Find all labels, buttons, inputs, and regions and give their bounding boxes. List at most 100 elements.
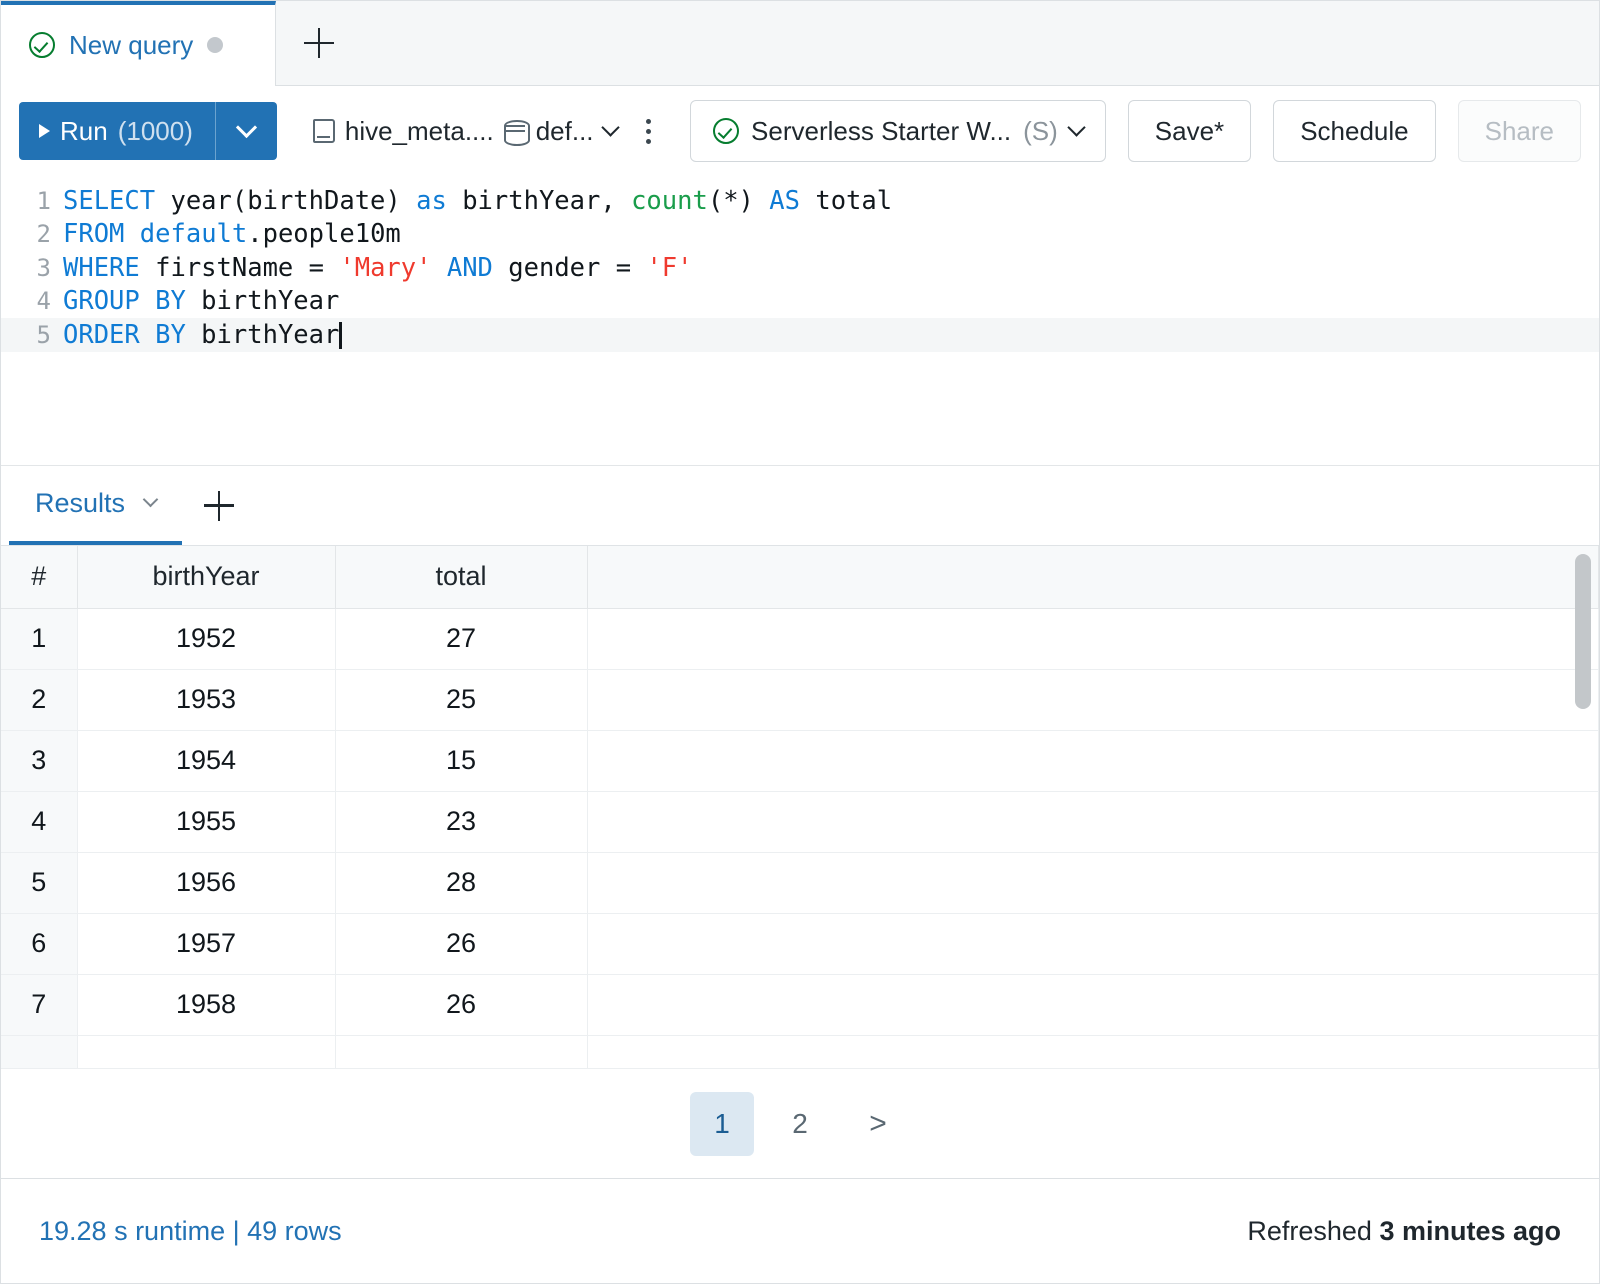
check-circle-icon [713,118,739,144]
table-cell[interactable] [587,1035,1599,1068]
column-header[interactable]: birthYear [77,546,335,608]
row-index[interactable]: 1 [1,608,77,669]
table-cell[interactable]: 26 [335,913,587,974]
results-table-container: #birthYeartotal 119522721953253195415419… [1,546,1599,1068]
table-cell[interactable]: 1957 [77,913,335,974]
table-cell[interactable] [587,913,1599,974]
run-button[interactable]: Run (1000) [19,102,215,160]
pagination: 12> [1,1068,1599,1178]
table-row[interactable]: 3195415 [1,730,1599,791]
table-cell[interactable]: 28 [335,1035,587,1068]
column-header[interactable] [587,546,1599,608]
table-row[interactable]: 7195826 [1,974,1599,1035]
row-index[interactable]: 3 [1,730,77,791]
line-number: 1 [1,187,63,215]
line-number: 2 [1,220,63,248]
table-cell[interactable]: 1959 [77,1035,335,1068]
code-text: ORDER BY birthYear [63,320,342,350]
status-footer: 19.28 s runtime | 49 rows Refreshed 3 mi… [1,1178,1599,1283]
column-header[interactable]: # [1,546,77,608]
row-index[interactable]: 7 [1,974,77,1035]
run-options-button[interactable] [215,102,277,160]
run-button-group: Run (1000) [19,102,277,160]
table-row[interactable]: 6195726 [1,913,1599,974]
table-cell[interactable]: 27 [335,608,587,669]
table-cell[interactable]: 28 [335,852,587,913]
table-cell[interactable]: 25 [335,669,587,730]
catalog-schema-picker[interactable]: hive_meta.... def... [303,102,627,160]
row-index[interactable]: 5 [1,852,77,913]
table-cell[interactable]: 1953 [77,669,335,730]
row-index[interactable]: 2 [1,669,77,730]
line-number: 5 [1,321,63,349]
kebab-dot [646,119,651,124]
scrollbar-thumb[interactable] [1575,554,1591,709]
table-cell[interactable]: 26 [335,974,587,1035]
warehouse-size: (S) [1023,116,1058,147]
code-line[interactable]: 5ORDER BY birthYear [1,318,1599,352]
query-tab-label: New query [69,30,193,61]
kebab-dot [646,129,651,134]
table-cell[interactable]: 1955 [77,791,335,852]
query-editor-window: New query Run (1000) hive_meta.... def..… [0,0,1600,1284]
code-text: WHERE firstName = 'Mary' AND gender = 'F… [63,253,693,283]
table-row[interactable]: 5195628 [1,852,1599,913]
code-line[interactable]: 3WHERE firstName = 'Mary' AND gender = '… [1,251,1599,285]
sql-editor[interactable]: 1SELECT year(birthDate) as birthYear, co… [1,176,1599,466]
table-row[interactable]: 1195227 [1,608,1599,669]
add-result-view-button[interactable] [182,466,256,545]
tab-results[interactable]: Results [9,466,182,545]
chevron-down-icon [236,116,257,137]
table-cell[interactable] [587,852,1599,913]
table-cell[interactable]: 1954 [77,730,335,791]
code-line[interactable]: 4GROUP BY birthYear [1,285,1599,319]
unsaved-dot-icon[interactable] [207,37,223,53]
table-row[interactable]: 4195523 [1,791,1599,852]
schema-name: def... [536,116,594,147]
page-button-2[interactable]: 2 [768,1092,832,1156]
more-options-button[interactable] [635,102,663,160]
table-cell[interactable] [587,669,1599,730]
schedule-button[interactable]: Schedule [1273,100,1435,162]
table-cell[interactable] [587,791,1599,852]
table-cell[interactable] [587,730,1599,791]
chevron-down-icon[interactable] [143,492,159,508]
code-line[interactable]: 1SELECT year(birthDate) as birthYear, co… [1,184,1599,218]
runtime-and-rows[interactable]: 19.28 s runtime | 49 rows [39,1216,342,1247]
plus-icon [304,28,334,58]
column-header[interactable]: total [335,546,587,608]
catalog-name: hive_meta.... [345,116,494,147]
results-table-body: 1195227219532531954154195523519562861957… [1,608,1599,1068]
table-row[interactable]: 8195928 [1,1035,1599,1068]
table-cell[interactable]: 1952 [77,608,335,669]
table-cell[interactable]: 15 [335,730,587,791]
warehouse-name: Serverless Starter W... [751,116,1011,147]
table-cell[interactable] [587,974,1599,1035]
query-tab-new-query[interactable]: New query [1,1,276,85]
refresh-status: Refreshed 3 minutes ago [1247,1216,1561,1247]
table-cell[interactable]: 23 [335,791,587,852]
row-index[interactable]: 8 [1,1035,77,1068]
results-table-head: #birthYeartotal [1,546,1599,608]
row-index[interactable]: 4 [1,791,77,852]
table-cell[interactable]: 1958 [77,974,335,1035]
vertical-scrollbar[interactable] [1575,554,1591,1054]
chevron-down-icon [1067,118,1085,136]
table-cell[interactable]: 1956 [77,852,335,913]
plus-icon [204,491,234,521]
table-row[interactable]: 2195325 [1,669,1599,730]
play-icon [39,124,50,138]
row-index[interactable]: 6 [1,913,77,974]
results-table: #birthYeartotal 119522721953253195415419… [1,546,1599,1068]
line-number: 3 [1,254,63,282]
share-button: Share [1458,100,1581,162]
warehouse-picker[interactable]: Serverless Starter W... (S) [690,100,1106,162]
save-button[interactable]: Save* [1128,100,1251,162]
page-button-1[interactable]: 1 [690,1092,754,1156]
new-tab-button[interactable] [276,1,362,85]
next-page-icon[interactable]: > [846,1092,910,1156]
code-text: GROUP BY birthYear [63,286,339,316]
table-cell[interactable] [587,608,1599,669]
results-tab-strip: Results [1,466,1599,546]
code-line[interactable]: 2FROM default.people10m [1,218,1599,252]
